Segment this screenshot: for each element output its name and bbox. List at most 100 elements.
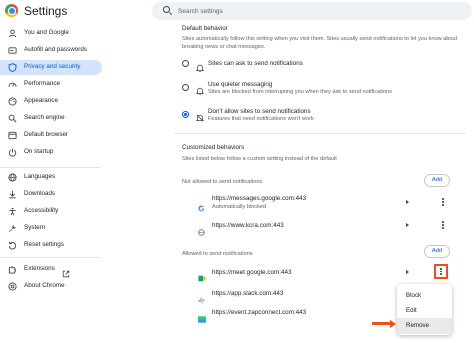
top-bar: Settings (0, 0, 474, 22)
bell-icon (195, 59, 205, 77)
reset-icon (8, 241, 17, 250)
power-icon (8, 148, 17, 157)
sidebar-item-privacy-and-security[interactable]: Privacy and security (0, 60, 102, 75)
option-description: Features that need notifications won't w… (208, 116, 314, 122)
site-url: https://app.slack.com:443 (212, 290, 284, 297)
default-behavior-description: breaking news or chat messages. (182, 44, 266, 50)
sidebar-item-label: You and Google (24, 29, 69, 36)
sidebar-item-label: About Chrome (24, 282, 65, 289)
globe-icon (8, 173, 17, 182)
default-behavior-description: Sites automatically follow this setting … (182, 36, 458, 42)
person-icon (8, 29, 17, 38)
menu-item-label: Block (406, 292, 422, 299)
sidebar-item-label: On startup (24, 148, 54, 155)
sidebar-item-label: Reset settings (24, 241, 64, 248)
search-input[interactable] (178, 4, 458, 18)
sidebar-item-search-engine[interactable]: Search engine (0, 111, 102, 126)
chrome-logo-icon (5, 4, 18, 17)
sidebar-item-label: Accessibility (24, 207, 59, 214)
option-label: Use quieter messaging (208, 81, 273, 88)
page-title: Settings (24, 4, 68, 18)
shield-icon (8, 63, 17, 72)
zapconnect-favicon (198, 310, 206, 323)
more-actions-button[interactable] (438, 219, 448, 231)
sidebar-divider (0, 167, 100, 168)
sidebar-item-about-chrome[interactable]: About Chrome (0, 279, 102, 294)
sidebar-item-label: Downloads (24, 190, 56, 197)
sidebar-item-reset-settings[interactable]: Reset settings (0, 238, 102, 253)
site-url: https://event.zapconnect.com:443 (212, 309, 307, 316)
sidebar-item-languages[interactable]: Languages (0, 170, 102, 185)
sidebar-item-on-startup[interactable]: On startup (0, 145, 102, 160)
sidebar-divider (0, 257, 100, 258)
site-note: Automatically blocked (212, 204, 267, 210)
menu-item-block[interactable]: Block (397, 288, 452, 304)
customized-behaviors-heading: Customized behaviors (182, 144, 245, 151)
option-description: Sites are blocked from interrupting you … (208, 89, 393, 95)
sidebar-item-default-browser[interactable]: Default browser (0, 128, 102, 143)
menu-item-label: Edit (406, 307, 417, 314)
callout-arrow-icon (390, 319, 396, 328)
search-icon (163, 6, 170, 13)
customized-behaviors-description: Sites listed below follow a custom setti… (182, 156, 337, 162)
google-favicon (198, 199, 205, 212)
bell-off-icon (195, 109, 205, 127)
menu-item-label: Remove (406, 322, 430, 329)
section-divider (174, 133, 466, 134)
slack-favicon (198, 291, 205, 304)
default-behavior-heading: Default behavior (182, 25, 228, 32)
accessibility-icon (8, 207, 17, 216)
more-actions-button[interactable] (438, 196, 448, 208)
sidebar-item-extensions[interactable]: Extensions (0, 262, 102, 278)
sidebar-item-label: Default browser (24, 131, 69, 138)
sidebar-item-autofill[interactable]: Autofill and passwords (0, 43, 102, 58)
autofill-icon (8, 46, 17, 55)
menu-item-remove[interactable]: Remove (397, 318, 452, 334)
sidebar-item-label: Search engine (24, 114, 65, 121)
radio-dont-allow[interactable] (182, 111, 189, 118)
not-allowed-heading: Not allowed to send notifications (182, 179, 263, 185)
palette-icon (8, 97, 17, 106)
callout-arrow-shaft (372, 322, 392, 325)
site-actions-menu: Block Edit Remove (397, 284, 452, 335)
add-allowed-site-button[interactable]: Add (424, 245, 450, 258)
sidebar-item-accessibility[interactable]: Accessibility (0, 204, 102, 219)
option-label: Sites can ask to send notifications (208, 60, 303, 67)
option-label: Don't allow sites to send notifications (208, 108, 311, 115)
sidebar-item-label: System (24, 224, 45, 231)
sidebar-item-label: Autofill and passwords (24, 46, 88, 53)
search-icon (8, 114, 17, 123)
radio-quieter-messaging[interactable] (182, 84, 189, 91)
globe-favicon (198, 223, 205, 236)
site-url: https://www.kcra.com:443 (212, 222, 284, 229)
sidebar-item-performance[interactable]: Performance (0, 77, 102, 92)
bell-quiet-icon (195, 82, 205, 100)
sidebar-item-you-and-google[interactable]: You and Google (0, 26, 102, 41)
browser-icon (8, 131, 17, 140)
site-url: https://messages.google.com:443 (212, 195, 307, 202)
sidebar-item-label: Languages (24, 173, 56, 180)
chevron-right-icon[interactable] (406, 270, 409, 274)
site-url: https://meet.google.com:443 (212, 269, 292, 276)
more-actions-button-highlighted[interactable] (434, 264, 448, 279)
sidebar-item-appearance[interactable]: Appearance (0, 94, 102, 109)
chevron-right-icon[interactable] (406, 223, 409, 227)
search-box[interactable] (152, 2, 472, 20)
chevron-right-icon[interactable] (406, 200, 409, 204)
menu-item-edit[interactable]: Edit (397, 303, 452, 319)
download-icon (8, 190, 17, 199)
meet-favicon (198, 269, 206, 282)
chrome-icon (8, 282, 17, 291)
sidebar-item-system[interactable]: System (0, 221, 102, 236)
puzzle-icon (8, 265, 17, 274)
sidebar-item-label: Extensions (24, 265, 55, 272)
radio-sites-can-ask[interactable] (182, 60, 189, 67)
add-blocked-site-button[interactable]: Add (424, 174, 450, 187)
allowed-heading: Allowed to send notifications (182, 251, 253, 257)
sidebar: You and Google Autofill and passwords Pr… (0, 22, 110, 343)
sidebar-item-label: Performance (24, 80, 61, 87)
wrench-icon (8, 224, 17, 233)
sidebar-item-downloads[interactable]: Downloads (0, 187, 102, 202)
sidebar-item-label: Privacy and security (24, 63, 81, 70)
speedometer-icon (8, 80, 17, 89)
